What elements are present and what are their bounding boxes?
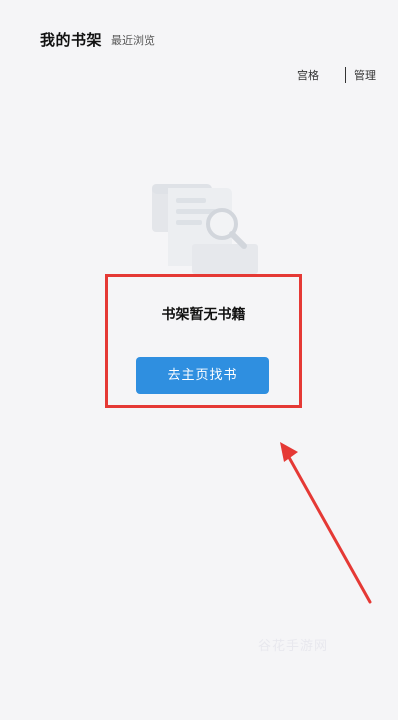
shelf-toolbar: 宫格 管理 [297, 67, 376, 83]
watermark: 谷花手游网 [258, 639, 329, 654]
toolbar-divider [345, 67, 346, 83]
grid-view-button[interactable]: 宫格 [297, 67, 319, 83]
page-title: 我的书架 [40, 31, 103, 49]
empty-bookshelf-illustration-icon [152, 184, 258, 274]
empty-shelf-message: 书架暂无书籍 [161, 307, 246, 323]
header: 我的书架 最近浏览 [0, 0, 398, 60]
manage-button[interactable]: 管理 [354, 67, 376, 83]
annotation-arrow-icon [280, 442, 372, 604]
go-home-find-books-button[interactable]: 去主页找书 [136, 357, 269, 394]
recent-browse-tab[interactable]: 最近浏览 [111, 32, 155, 48]
